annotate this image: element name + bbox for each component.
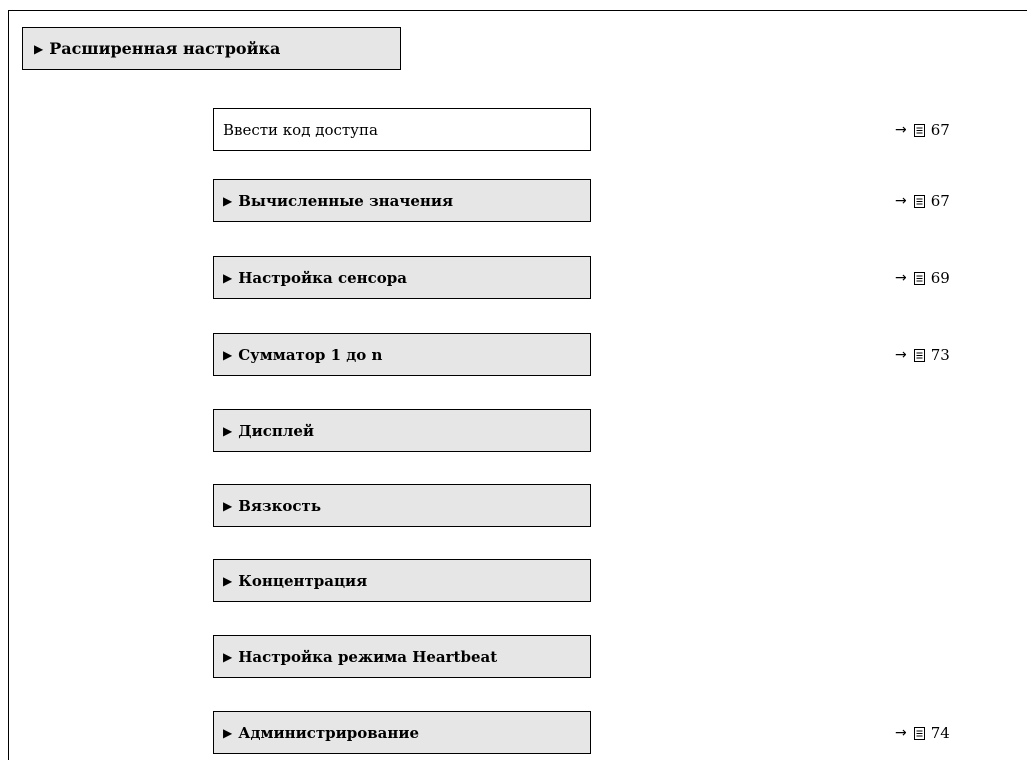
menu-item-label: Сумматор 1 до n [238, 345, 383, 364]
page-number: 74 [930, 723, 950, 742]
arrow-right-icon: → [895, 192, 907, 209]
triangle-right-icon: ▶ [223, 193, 233, 208]
page-reference[interactable]: → 74 [895, 711, 985, 754]
menu-item-label: Настройка сенсора [238, 268, 407, 287]
triangle-right-icon: ▶ [223, 270, 233, 285]
menu-header-label: Расширенная настройка [49, 39, 281, 58]
page-reference[interactable]: → 67 [895, 179, 985, 222]
menu-item-administration[interactable]: ▶ Администрирование [213, 711, 591, 754]
triangle-right-icon: ▶ [223, 423, 233, 438]
frame-left-line [8, 10, 9, 760]
menu-header-advanced-setup[interactable]: ▶ Расширенная настройка [22, 27, 401, 70]
page-reference[interactable]: → 69 [895, 256, 985, 299]
page-number: 73 [930, 345, 950, 364]
menu-item-label: Концентрация [238, 571, 368, 590]
menu-item-totalizer[interactable]: ▶ Сумматор 1 до n [213, 333, 591, 376]
book-page-icon [913, 271, 925, 285]
triangle-right-icon: ▶ [34, 41, 44, 56]
triangle-right-icon: ▶ [223, 498, 233, 513]
arrow-right-icon: → [895, 346, 907, 363]
triangle-right-icon: ▶ [223, 725, 233, 740]
menu-item-label: Администрирование [238, 723, 420, 742]
book-page-icon [913, 348, 925, 362]
book-page-icon [913, 726, 925, 740]
menu-item-display[interactable]: ▶ Дисплей [213, 409, 591, 452]
page-number: 67 [930, 191, 950, 210]
page-reference[interactable]: → 73 [895, 333, 985, 376]
menu-item-heartbeat-setup[interactable]: ▶ Настройка режима Heartbeat [213, 635, 591, 678]
menu-item-label: Ввести код доступа [223, 120, 378, 139]
arrow-right-icon: → [895, 724, 907, 741]
menu-item-enter-access-code[interactable]: Ввести код доступа [213, 108, 591, 151]
menu-item-concentration[interactable]: ▶ Концентрация [213, 559, 591, 602]
menu-item-calculated-values[interactable]: ▶ Вычисленные значения [213, 179, 591, 222]
triangle-right-icon: ▶ [223, 573, 233, 588]
book-page-icon [913, 123, 925, 137]
menu-item-label: Вычисленные значения [238, 191, 454, 210]
menu-item-label: Вязкость [238, 496, 322, 515]
arrow-right-icon: → [895, 121, 907, 138]
page-reference[interactable]: → 67 [895, 108, 985, 151]
page-number: 67 [930, 120, 950, 139]
frame-top-line [8, 10, 1027, 11]
page-number: 69 [930, 268, 950, 287]
triangle-right-icon: ▶ [223, 649, 233, 664]
triangle-right-icon: ▶ [223, 347, 233, 362]
menu-item-label: Дисплей [238, 421, 315, 440]
menu-item-viscosity[interactable]: ▶ Вязкость [213, 484, 591, 527]
book-page-icon [913, 194, 925, 208]
menu-item-label: Настройка режима Heartbeat [238, 647, 498, 666]
arrow-right-icon: → [895, 269, 907, 286]
menu-item-sensor-adjustment[interactable]: ▶ Настройка сенсора [213, 256, 591, 299]
